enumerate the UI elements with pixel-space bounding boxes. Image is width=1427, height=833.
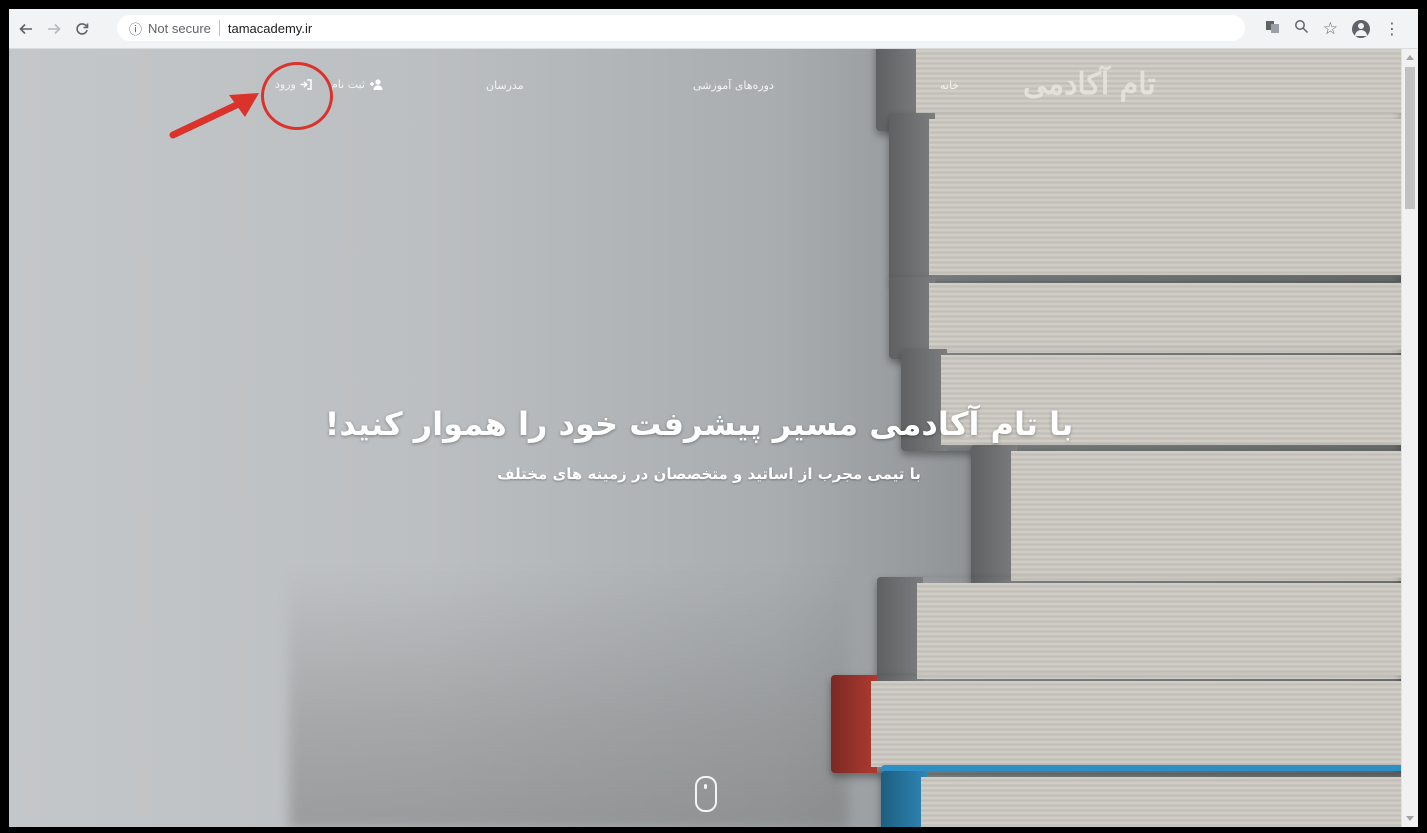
page-scrollbar[interactable]	[1401, 49, 1418, 827]
background-blur	[289, 569, 849, 827]
url-text[interactable]: tamacademy.ir	[228, 21, 312, 36]
omnibox-separator	[218, 20, 220, 36]
reload-icon	[76, 22, 89, 35]
menu-dots-icon[interactable]: ⋮	[1384, 19, 1400, 38]
translate-icon[interactable]	[1265, 19, 1280, 38]
annotation-circle	[261, 62, 333, 130]
account-icon[interactable]	[1352, 19, 1370, 38]
book	[889, 277, 1401, 359]
scroll-down-arrow-icon[interactable]	[1406, 816, 1414, 821]
hero-title: با تام آکادمی مسیر پیشرفت خود را هموار ک…	[324, 405, 1074, 443]
site-logo[interactable]: تام آکادمی	[1023, 67, 1157, 102]
toolbar-right-icons: ☆ ⋮	[1265, 9, 1400, 48]
star-icon[interactable]: ☆	[1323, 19, 1338, 39]
browser-toolbar: ⓘ Not secure tamacademy.ir ☆ ⋮	[9, 9, 1418, 49]
nav-courses[interactable]: دوره‌های آموزشی	[693, 79, 774, 92]
reload-button[interactable]	[71, 18, 93, 40]
hero-subtitle: با تیمی مجرب از اساتید و متخصصان در زمین…	[497, 465, 921, 483]
annotation-arrow-icon	[169, 93, 259, 139]
forward-button[interactable]	[43, 18, 65, 40]
info-icon[interactable]: ⓘ	[129, 19, 142, 38]
arrow-right-icon	[48, 23, 61, 34]
register-link[interactable]: ثبت نام	[331, 78, 383, 91]
browser-window: ⓘ Not secure tamacademy.ir ☆ ⋮ تام آکادم…	[9, 9, 1418, 827]
book	[831, 675, 1401, 773]
register-label: ثبت نام	[331, 78, 365, 91]
page-viewport: تام آکادمی خانه دوره‌های آموزشی مدرسان ث…	[9, 49, 1401, 827]
zoom-icon[interactable]	[1294, 19, 1309, 38]
nav-instructors[interactable]: مدرسان	[486, 79, 524, 92]
address-bar[interactable]: ⓘ Not secure tamacademy.ir	[117, 15, 1245, 41]
back-button[interactable]	[15, 18, 37, 40]
security-label[interactable]: Not secure	[148, 21, 211, 36]
nav-home[interactable]: خانه	[940, 79, 959, 92]
book	[881, 765, 1401, 827]
scroll-down-mouse-icon[interactable]	[695, 776, 717, 812]
scrollbar-thumb[interactable]	[1405, 67, 1415, 209]
user-plus-icon	[369, 79, 383, 90]
book	[877, 577, 1401, 685]
scroll-up-arrow-icon[interactable]	[1406, 55, 1414, 60]
book	[889, 113, 1401, 281]
arrow-left-icon	[19, 23, 32, 34]
